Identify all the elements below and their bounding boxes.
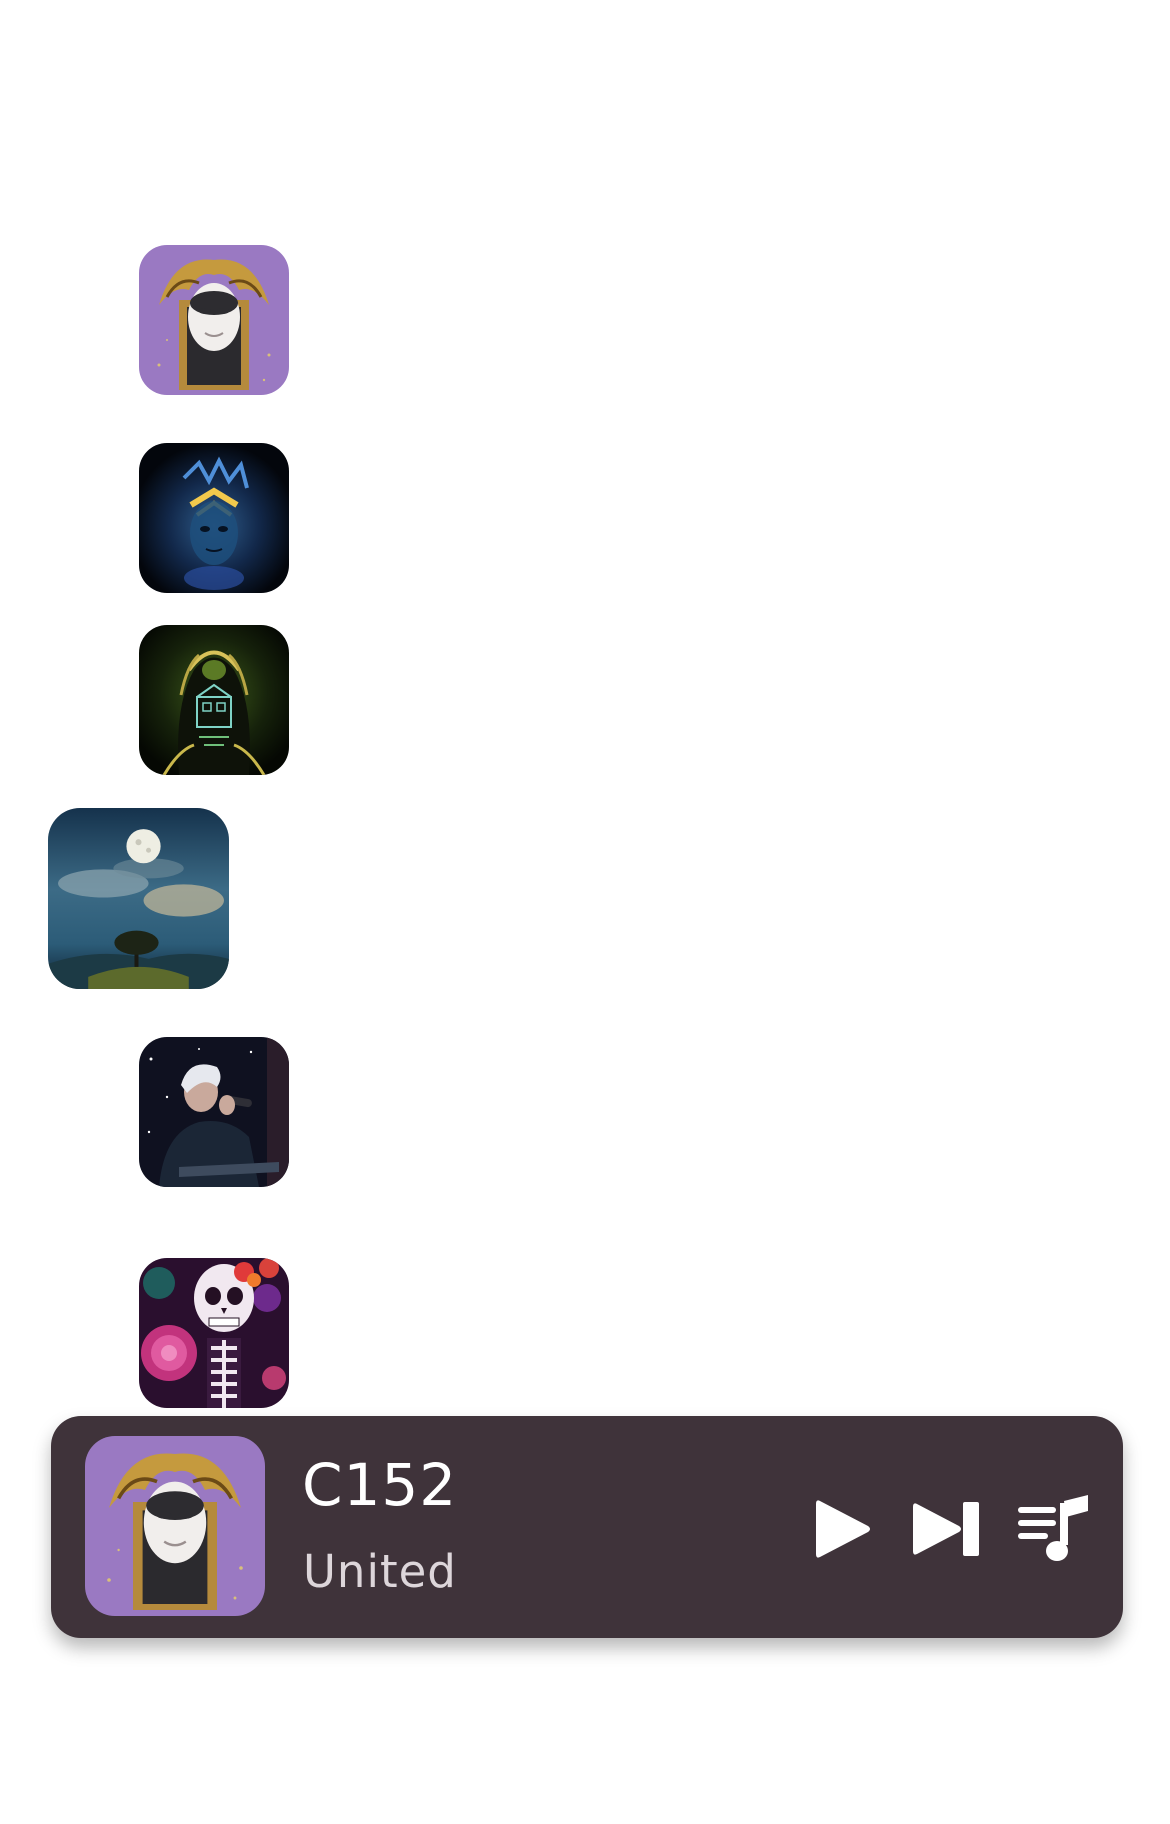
skip-forward-icon: [913, 1502, 979, 1556]
now-playing-artwork[interactable]: [85, 1436, 265, 1616]
queue-music-icon: [1018, 1495, 1088, 1561]
green-hooded-figure-artwork[interactable]: [139, 625, 289, 775]
jester-mask-artwork[interactable]: [139, 245, 289, 395]
mini-player[interactable]: C152 United: [51, 1416, 1123, 1638]
track-title: C152: [302, 1451, 458, 1519]
blue-glowing-face-artwork[interactable]: [139, 443, 289, 593]
play-button[interactable]: [803, 1489, 883, 1569]
sugar-skull-artwork[interactable]: [139, 1258, 289, 1408]
singer-microphone-artwork[interactable]: [139, 1037, 289, 1187]
next-track-button[interactable]: [907, 1489, 987, 1569]
queue-button[interactable]: [1014, 1489, 1094, 1569]
play-icon: [816, 1500, 870, 1558]
moonlit-tree-artwork[interactable]: [48, 808, 229, 989]
track-artist: United: [303, 1545, 457, 1598]
